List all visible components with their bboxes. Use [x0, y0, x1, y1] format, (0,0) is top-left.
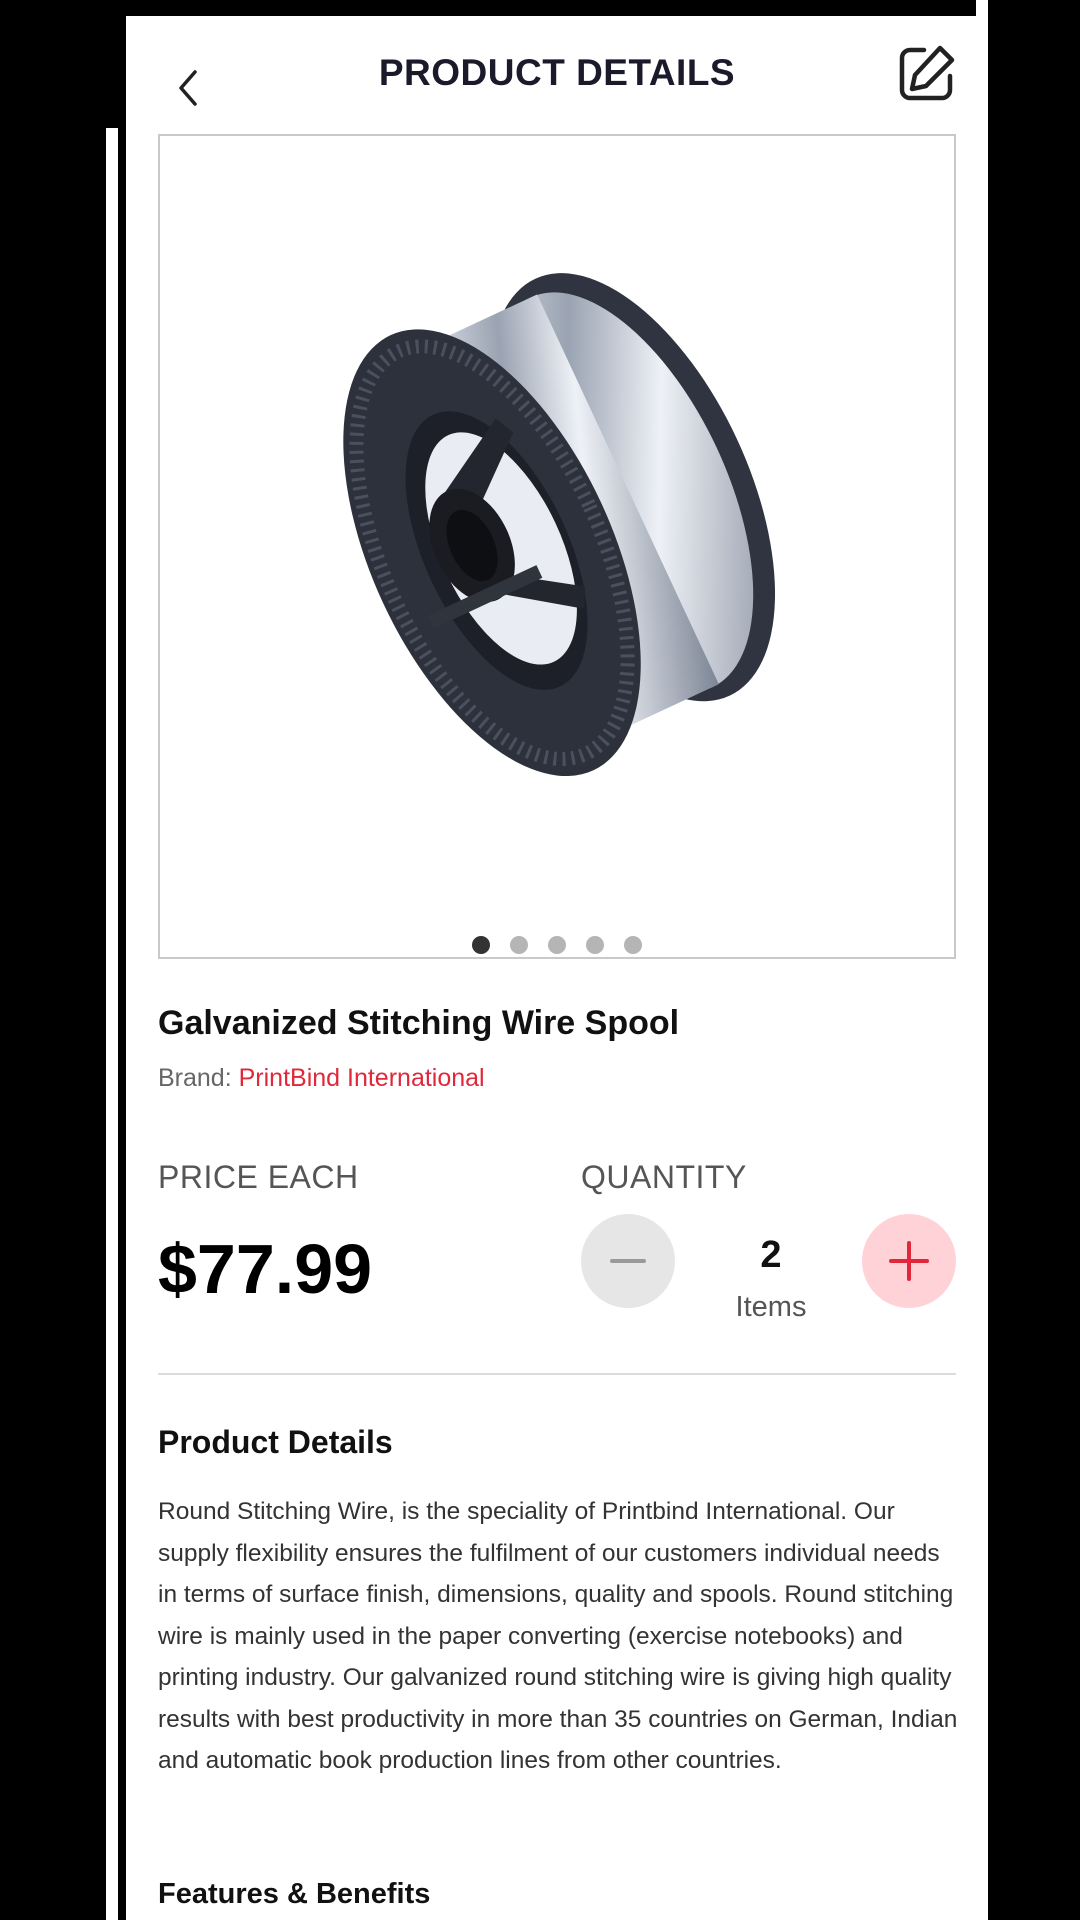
quantity-unit: Items — [735, 1291, 807, 1323]
top-bar: PRODUCT DETAILS — [126, 16, 988, 134]
brand-label: Brand: — [158, 1064, 232, 1092]
quantity-value: 2 — [760, 1234, 782, 1276]
brand-link[interactable]: PrintBind International — [239, 1064, 485, 1092]
product-name: Galvanized Stitching Wire Spool — [158, 1004, 680, 1042]
plus-icon — [889, 1241, 929, 1281]
section-divider — [158, 1373, 956, 1375]
features-heading: Features & Benefits — [158, 1878, 431, 1910]
increase-quantity-button[interactable] — [862, 1214, 956, 1308]
carousel-dot[interactable] — [586, 936, 604, 954]
wire-spool-image — [343, 273, 776, 777]
device-stage: PRODUCT DETAILS Galvanized Stitching Wir… — [0, 0, 1080, 1920]
quantity-label: QUANTITY — [581, 1159, 747, 1195]
minus-icon — [610, 1259, 646, 1263]
edit-button[interactable] — [894, 42, 958, 106]
decrease-quantity-button[interactable] — [581, 1214, 675, 1308]
page-title: PRODUCT DETAILS — [378, 52, 736, 93]
carousel-dot[interactable] — [510, 936, 528, 954]
price-label: PRICE EACH — [158, 1159, 359, 1195]
price-value: $77.99 — [158, 1230, 373, 1308]
carousel-dots — [160, 936, 954, 954]
product-image-gallery[interactable] — [158, 134, 956, 959]
product-description: Round Stitching Wire, is the speciality … — [158, 1498, 958, 1774]
edit-icon — [899, 45, 955, 101]
product-screen: PRODUCT DETAILS Galvanized Stitching Wir… — [126, 16, 988, 1920]
carousel-dot[interactable] — [548, 936, 566, 954]
carousel-dot[interactable] — [624, 936, 642, 954]
product-details-heading: Product Details — [158, 1424, 393, 1460]
brand-row: Brand: PrintBind International — [158, 1064, 485, 1093]
carousel-dot[interactable] — [472, 936, 490, 954]
backdrop-edge — [106, 128, 118, 1920]
